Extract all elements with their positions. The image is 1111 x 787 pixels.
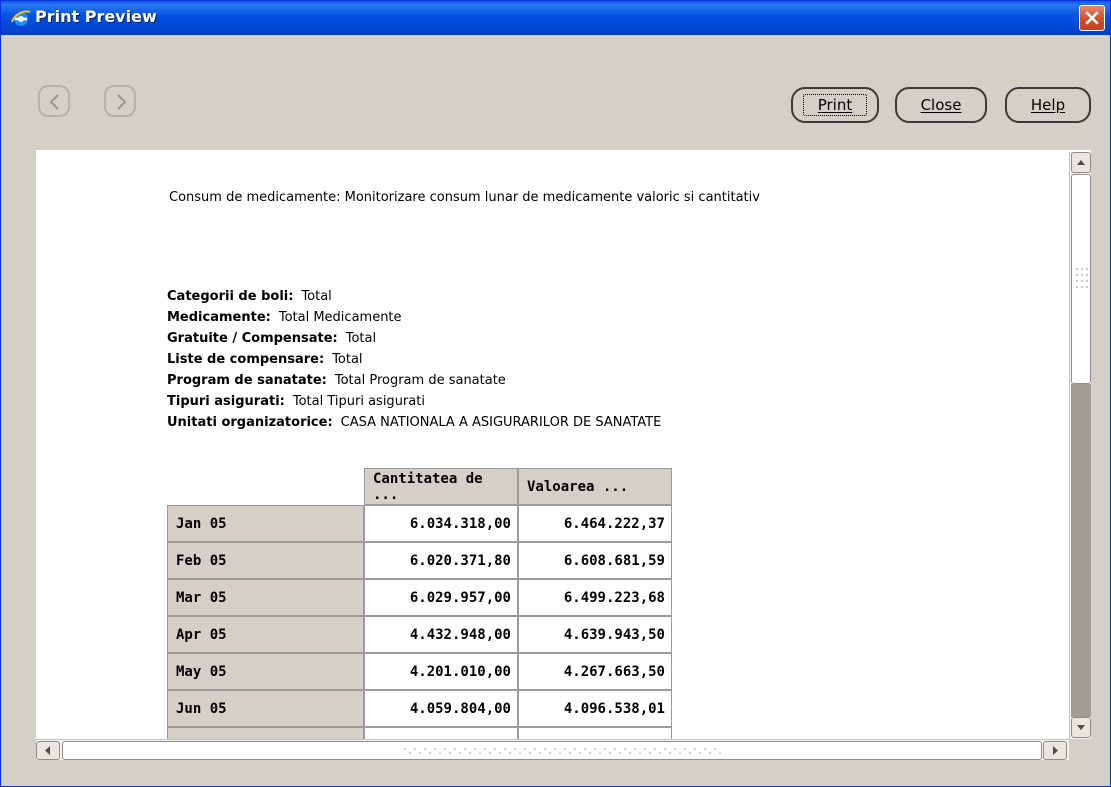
arrow-up-icon xyxy=(1077,160,1085,165)
arrow-down-icon xyxy=(1077,725,1085,730)
param-value: Total Program de sanatate xyxy=(334,373,506,388)
grip-icon xyxy=(1076,268,1088,288)
quantity-cell: 4.201.010,00 xyxy=(364,653,518,690)
value-cell: 4.096.538,01 xyxy=(518,690,672,727)
param-value: Total xyxy=(332,352,363,367)
param-row: Medicamente: Total Medicamente xyxy=(167,307,661,328)
column-header-quantity[interactable]: Cantitatea de ... xyxy=(364,468,518,505)
value-cell: 6.608.681,59 xyxy=(518,542,672,579)
param-value: Total Medicamente xyxy=(278,310,402,325)
quantity-cell: 4.059.804,00 xyxy=(364,690,518,727)
param-value: Total xyxy=(345,331,377,346)
vertical-scroll-track[interactable] xyxy=(1071,384,1091,717)
param-key: Categorii de boli: xyxy=(167,289,294,304)
row-header: Mar 05 xyxy=(167,579,364,616)
table-row: Feb 05 6.020.371,80 6.608.681,59 xyxy=(167,542,672,579)
forward-button[interactable] xyxy=(104,85,136,117)
forward-arrow-icon xyxy=(117,94,127,110)
help-button[interactable]: Help xyxy=(1005,87,1091,123)
print-preview-window: Print Preview Print Close Help Consum de… xyxy=(0,0,1111,787)
quantity-cell: 6.034.318,00 xyxy=(364,505,518,542)
vertical-scrollbar[interactable] xyxy=(1069,152,1091,739)
quantity-cell: 6.020.371,80 xyxy=(364,542,518,579)
value-cell: 6.499.223,68 xyxy=(518,579,672,616)
param-value: Total xyxy=(301,289,332,304)
param-value: Total Tipuri asigurati xyxy=(292,394,425,409)
param-row: Categorii de boli: Total xyxy=(167,286,661,307)
table-corner xyxy=(167,468,364,505)
value-cell: 6.464.222,37 xyxy=(518,505,672,542)
help-button-label: Help xyxy=(1030,96,1066,114)
close-button-label: Close xyxy=(920,96,962,114)
back-button[interactable] xyxy=(38,85,70,117)
scroll-down-button[interactable] xyxy=(1071,717,1091,738)
param-row: Unitati organizatorice: CASA NATIONALA A … xyxy=(167,412,661,433)
value-cell xyxy=(518,727,672,739)
close-icon xyxy=(1085,11,1099,25)
focus-ring xyxy=(803,94,867,116)
window-title: Print Preview xyxy=(35,7,157,26)
table-row: Apr 05 4.432.948,00 4.639.943,50 xyxy=(167,616,672,653)
param-key: Medicamente: xyxy=(167,310,271,325)
param-key: Gratuite / Compensate: xyxy=(167,331,338,346)
quantity-cell: 6.029.957,00 xyxy=(364,579,518,616)
column-header-value[interactable]: Valoarea ... xyxy=(518,468,672,505)
arrow-right-icon xyxy=(1053,746,1058,755)
row-header: Feb 05 xyxy=(167,542,364,579)
row-header xyxy=(167,727,364,739)
back-arrow-icon xyxy=(49,94,59,110)
quantity-cell xyxy=(364,727,518,739)
table-row: Jan 05 6.034.318,00 6.464.222,37 xyxy=(167,505,672,542)
table-row: Mar 05 6.029.957,00 6.499.223,68 xyxy=(167,579,672,616)
close-window-button[interactable] xyxy=(1079,5,1105,31)
report-parameters: Categorii de boli: Total Medicamente: Tota… xyxy=(167,286,661,433)
title-bar[interactable]: Print Preview xyxy=(1,1,1110,35)
report-title: Consum de medicamente: Monitorizare cons… xyxy=(169,190,760,205)
table-row: Jun 05 4.059.804,00 4.096.538,01 xyxy=(167,690,672,727)
param-key: Program de sanatate: xyxy=(167,373,327,388)
value-cell: 4.639.943,50 xyxy=(518,616,672,653)
scroll-right-button[interactable] xyxy=(1043,741,1067,760)
grip-icon xyxy=(404,748,721,754)
scroll-left-button[interactable] xyxy=(36,741,60,760)
row-header: Apr 05 xyxy=(167,616,364,653)
param-key: Unitati organizatorice: xyxy=(167,415,333,430)
param-value: CASA NATIONALA A ASIGURARILOR DE SANATAT… xyxy=(340,415,662,430)
quantity-cell: 4.432.948,00 xyxy=(364,616,518,653)
horizontal-scrollbar[interactable] xyxy=(36,739,1091,760)
scrollbar-corner xyxy=(1069,739,1091,760)
param-key: Liste de compensare: xyxy=(167,352,325,367)
preview-page: Consum de medicamente: Monitorizare cons… xyxy=(36,150,1091,739)
param-row: Program de sanatate: Total Program de san… xyxy=(167,370,661,391)
print-button[interactable]: Print xyxy=(791,87,879,123)
table-row: May 05 4.201.010,00 4.267.663,50 xyxy=(167,653,672,690)
param-row: Liste de compensare: Total xyxy=(167,349,661,370)
close-button[interactable]: Close xyxy=(895,87,987,123)
row-header: Jan 05 xyxy=(167,505,364,542)
param-key: Tipuri asigurati: xyxy=(167,394,285,409)
data-table: Cantitatea de ... Valoarea ... Jan 05 6.… xyxy=(167,468,672,739)
param-row: Gratuite / Compensate: Total xyxy=(167,328,661,349)
horizontal-scroll-thumb[interactable] xyxy=(62,741,1042,760)
param-row: Tipuri asigurati: Total Tipuri asigurati xyxy=(167,391,661,412)
value-cell: 4.267.663,50 xyxy=(518,653,672,690)
vertical-scroll-thumb[interactable] xyxy=(1071,174,1091,384)
ie-logo-icon xyxy=(11,8,31,28)
arrow-left-icon xyxy=(45,746,50,755)
scroll-up-button[interactable] xyxy=(1071,152,1091,173)
row-header: May 05 xyxy=(167,653,364,690)
row-header: Jun 05 xyxy=(167,690,364,727)
table-row-partial xyxy=(167,727,672,739)
